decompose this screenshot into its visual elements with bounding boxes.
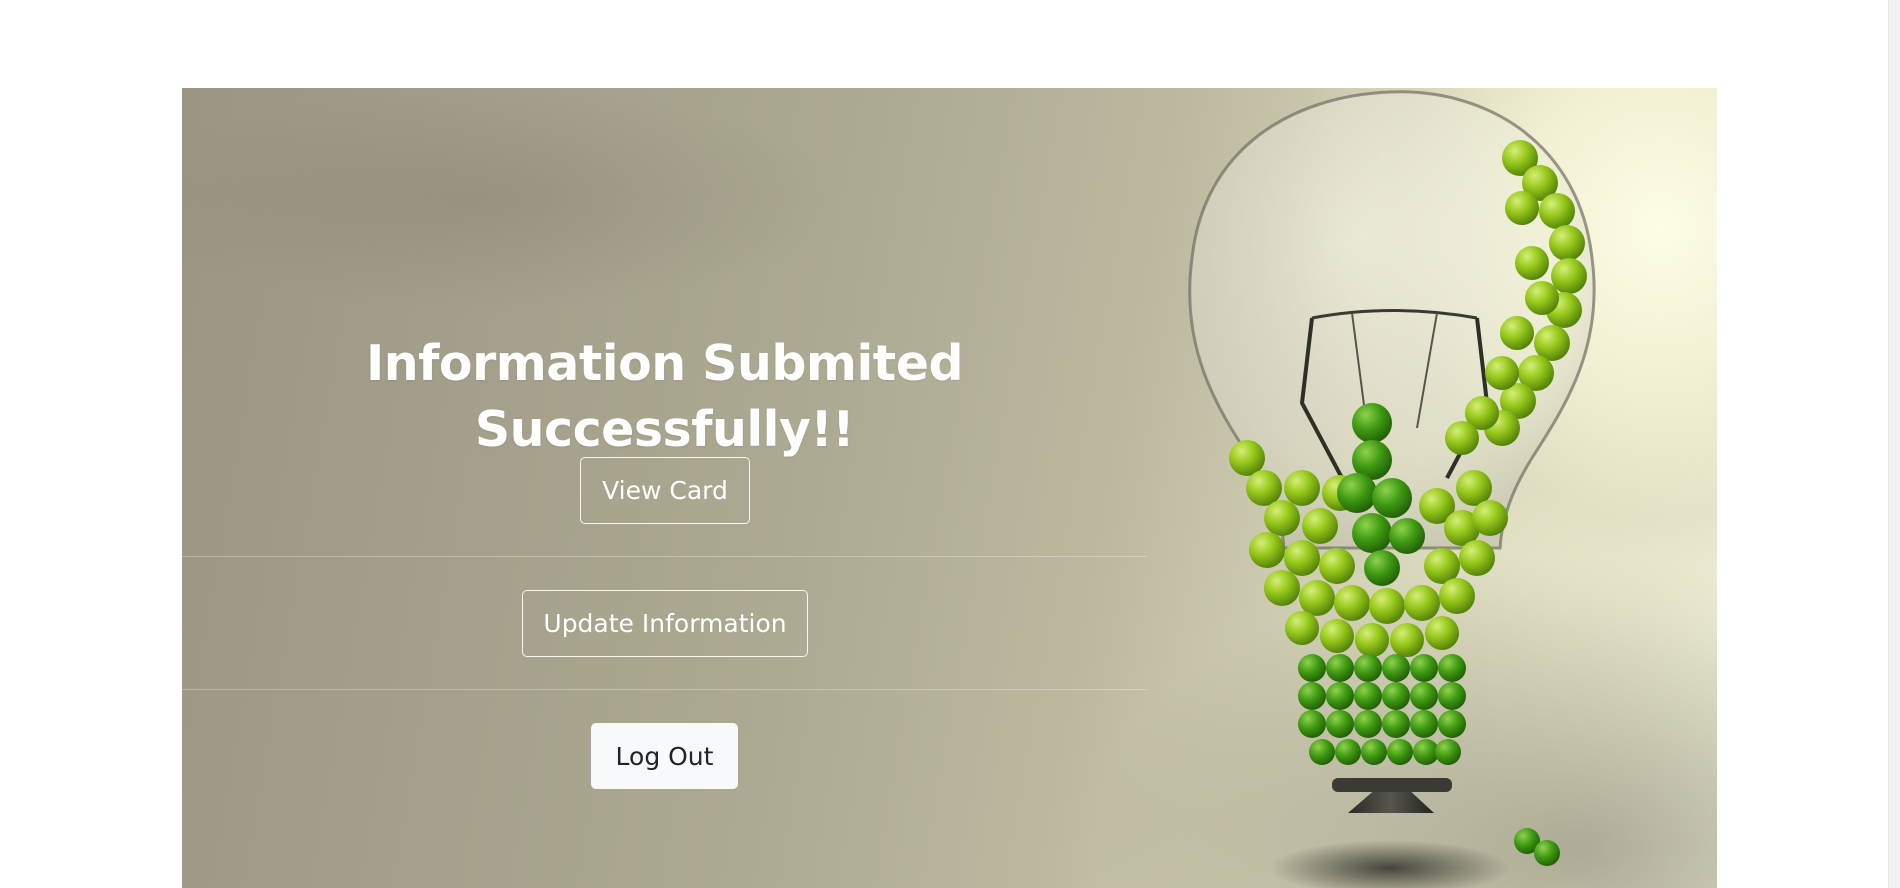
log-out-button[interactable]: Log Out: [591, 723, 738, 789]
update-information-button[interactable]: Update Information: [522, 590, 808, 657]
success-headline: Information Submited Successfully!!: [365, 335, 964, 458]
page-scrollbar[interactable]: [1888, 0, 1900, 888]
hero-content: Information Submited Successfully!! View…: [182, 88, 1147, 888]
lightbulb-apples-image: [1188, 90, 1596, 888]
view-card-button[interactable]: View Card: [580, 457, 750, 524]
hero-banner: Information Submited Successfully!! View…: [182, 88, 1717, 888]
section-divider: [182, 556, 1147, 557]
section-divider: [182, 689, 1147, 690]
page: Information Submited Successfully!! View…: [0, 0, 1900, 888]
